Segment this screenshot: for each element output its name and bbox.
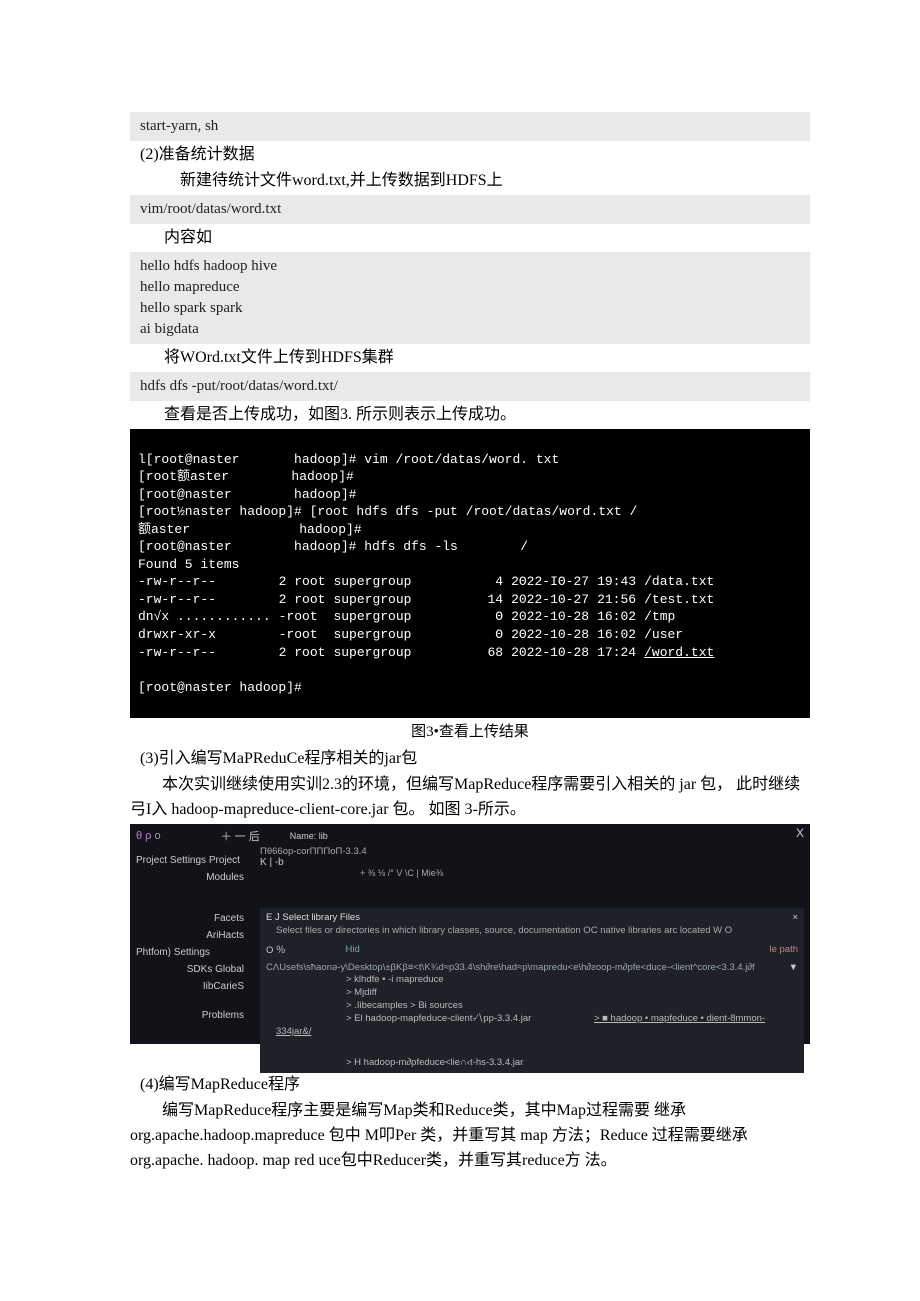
code-block-file-content: hello hdfs hadoop hive hello mapreduce h… (130, 252, 810, 344)
ide-kb: K | -b (260, 857, 804, 868)
code-line: hdfs dfs -put/root/datas/word.txt/ (140, 376, 800, 397)
ls-row: dn√x ............-rootsupergroupΘ2022-10… (138, 608, 722, 626)
sidebar-item[interactable]: Project Settings Project (130, 852, 250, 869)
tree-line[interactable]: > H hadoop-m∂pfeduce<lie∩‹t-hs-3.3.4.jar (266, 1056, 798, 1069)
sidebar-item[interactable]: Phtfom) Settings (130, 944, 250, 961)
file-line: ai bigdata (140, 319, 800, 340)
term-line: [root½naster hadoop]# [root hdfs dfs -pu… (138, 504, 637, 519)
step4-title: (4)编写MapReduce程序 (130, 1073, 810, 1097)
ide-top-left: θ ρ ο (136, 830, 161, 842)
ide-sidebar: Project Settings Project Modules Facets … (130, 852, 250, 1024)
tree-line[interactable]: > Mjdiff (266, 986, 798, 999)
ide-dialog: E J Select library Files × Select files … (260, 908, 804, 1073)
ls-row: -rw-r--r--2 rootsupergroup142022-10-2721… (138, 591, 722, 609)
code-line: vim/root/datas/word.txt (140, 199, 800, 220)
file-line: hello spark spark (140, 298, 800, 319)
upload-label: 将WOrd.txt文件上传到HDFS集群 (130, 346, 810, 370)
sidebar-item[interactable]: SDKs Global (130, 961, 250, 978)
sidebar-item[interactable]: Facets (130, 910, 250, 927)
ide-name: Name: lib (290, 831, 328, 841)
ide-screenshot: X θ ρ ο ＋ 一 后 Name: lib Project Settings… (130, 824, 810, 1044)
code-block-start-yarn: start-yarn, sh (130, 112, 810, 141)
sidebar-item[interactable]: Modules (130, 869, 250, 886)
ls-table: -rw-r--r--2 rootsupergroup42Θ22-IΘ-2719:… (138, 573, 722, 661)
code-block-vim: vim/root/datas/word.txt (130, 195, 810, 224)
term-line: l[root@naster hadoop]# vim /root/datas/w… (138, 452, 559, 467)
tree-line[interactable]: 334jar&/ (266, 1025, 798, 1038)
ls-row: -rw-r--r--2 rootsupergroup682022-10-2817… (138, 644, 722, 662)
step4-body: 编写MapReduce程序主要是编写Map类和Reduce类，其中Map过程需要… (130, 1099, 810, 1173)
close-icon[interactable]: X (796, 826, 804, 840)
sidebar-item[interactable]: AriHacts (130, 927, 250, 944)
ide-main: Πθ66op-corΠΠΠoΠ-3.3.4 K | -b + ⅜ ⅛ /° V … (260, 846, 804, 1073)
step2-title: (2)准备统计数据 (130, 143, 810, 167)
step3-title: (3)引入编写MaPReduCe程序相关的jar包 (130, 747, 810, 771)
term-line: [root@naster hadoop]# hdfs dfs -ls / (138, 539, 528, 554)
dialog-close-icon[interactable]: × (792, 912, 798, 923)
tree-line[interactable]: > klhdfe • -i mapreduce (266, 973, 798, 986)
term-line: [root@naster hadoop]# (138, 487, 356, 502)
terminal-output: l[root@naster hadoop]# vim /root/datas/w… (130, 429, 810, 718)
term-line: 额aster hadoop]# (138, 522, 362, 537)
dialog-desc: Select files or directories in which lib… (266, 923, 798, 942)
ide-sub: Πθ66op-corΠΠΠoΠ-3.3.4 (260, 846, 804, 857)
step3-body: 本次实训继续使用实训2.3的环境，但编写MapReduce程序需要引入相关的 j… (130, 773, 810, 823)
dialog-title: E J Select library Files (266, 912, 798, 923)
ls-row: drwxr-xr-x-rootsupergroupΘ2Θ22-10-2816:0… (138, 626, 722, 644)
file-line: hello hdfs hadoop hive (140, 256, 800, 277)
code-line: start-yarn, sh (140, 116, 800, 137)
ls-row: -rw-r--r--2 rootsupergroup42Θ22-IΘ-2719:… (138, 573, 722, 591)
dropdown-icon[interactable]: ▼ (789, 962, 798, 973)
tree-line[interactable]: > .Iibecamples > Bi sources (266, 999, 798, 1012)
figure3-caption: 图3•查看上传结果 (130, 720, 810, 741)
term-line: Found 5 items (138, 557, 239, 572)
check-label: 查看是否上传成功，如图3. 所示则表示上传成功。 (130, 403, 810, 427)
dialog-hid[interactable]: Hid (346, 944, 360, 955)
term-line: [root额aster hadoop]# (138, 469, 354, 484)
sidebar-item[interactable]: Problems (130, 1007, 250, 1024)
code-block-put: hdfs dfs -put/root/datas/word.txt/ (130, 372, 810, 401)
dialog-path: CΛUsefs\sħaonə-y\Desktop\±βKβ≡<t\K¾d≈p33… (266, 962, 755, 973)
term-line: [root@naster hadoop]# (138, 680, 302, 695)
sidebar-item[interactable]: IibCarieS (130, 978, 250, 995)
step2-sub: 新建待统计文件word.txt,并上传数据到HDFS上 (130, 169, 810, 193)
content-label: 内容如 (130, 226, 810, 250)
ide-plus[interactable]: ＋ 一 后 (221, 828, 260, 844)
dialog-lepath: le path (769, 944, 798, 955)
tree-line[interactable]: > El hadoop-mapfeduce-client-∕∖pp-3.3.4.… (266, 1012, 798, 1025)
dialog-o: O ％ (266, 942, 286, 956)
file-line: hello mapreduce (140, 277, 800, 298)
ide-meta: + ⅜ ⅛ /° V \C | Mie⅜ (260, 868, 804, 878)
